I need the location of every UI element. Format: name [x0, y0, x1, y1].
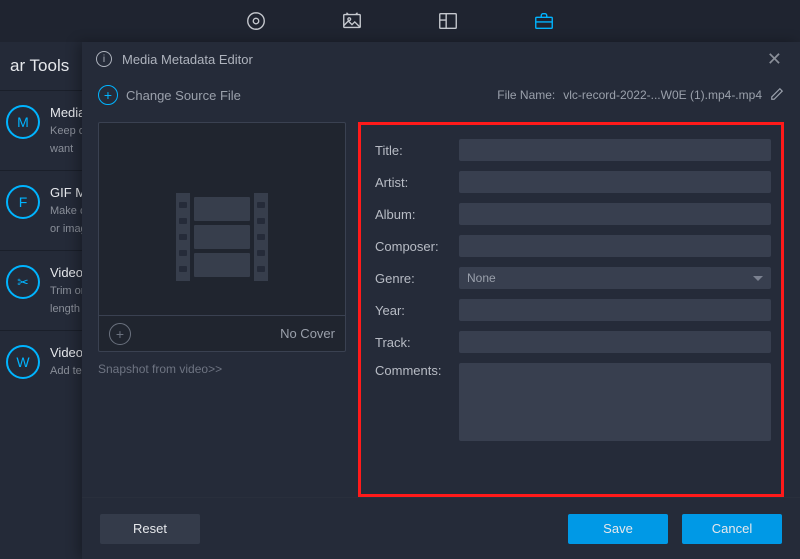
- sidebar-item-label: Video Tr: [50, 265, 86, 280]
- year-input[interactable]: [459, 299, 771, 321]
- sidebar-header: ar Tools: [0, 42, 92, 90]
- sidebar-item-label: Video W: [50, 345, 86, 360]
- comments-textarea[interactable]: [459, 363, 771, 441]
- genre-select[interactable]: None: [459, 267, 771, 289]
- tab-layout[interactable]: [435, 8, 461, 34]
- change-source-button[interactable]: + Change Source File: [98, 85, 241, 105]
- sidebar-item-label: GIF Mak: [50, 185, 86, 200]
- chevron-down-icon: [753, 276, 763, 281]
- watermark-icon: W: [6, 345, 40, 379]
- modal-footer: Reset Save Cancel: [82, 497, 800, 559]
- tab-player[interactable]: [243, 8, 269, 34]
- metadata-form: Title: Artist: Album: Composer: Genre: N…: [358, 122, 784, 497]
- add-cover-button[interactable]: +: [109, 323, 131, 345]
- plus-icon: +: [98, 85, 118, 105]
- info-icon: i: [96, 51, 112, 67]
- no-cover-label: No Cover: [280, 326, 335, 341]
- top-tab-bar: [0, 0, 800, 42]
- change-source-label: Change Source File: [126, 88, 241, 103]
- track-label: Track:: [375, 335, 449, 350]
- close-button[interactable]: ✕: [763, 45, 786, 74]
- tab-image[interactable]: [339, 8, 365, 34]
- tab-toolbox[interactable]: [531, 8, 557, 34]
- sidebar-item-video-trim[interactable]: ✂ Video Tr Trim or c length: [0, 250, 92, 330]
- file-name-value: vlc-record-2022-...W0E (1).mp4-.mp4: [563, 88, 762, 102]
- cancel-button[interactable]: Cancel: [682, 514, 782, 544]
- film-placeholder-icon: [176, 193, 268, 281]
- genre-label: Genre:: [375, 271, 449, 286]
- sidebar-item-gif-maker[interactable]: F GIF Mak Make cus or image: [0, 170, 92, 250]
- modal-sub-header: + Change Source File File Name: vlc-reco…: [82, 76, 800, 122]
- cover-preview: + No Cover: [98, 122, 346, 352]
- sidebar: ar Tools M Media M Keep orig want F GIF …: [0, 42, 92, 559]
- album-label: Album:: [375, 207, 449, 222]
- trim-icon: ✂: [6, 265, 40, 299]
- snapshot-from-video-link[interactable]: Snapshot from video>>: [98, 362, 346, 376]
- year-label: Year:: [375, 303, 449, 318]
- modal-title: Media Metadata Editor: [122, 52, 763, 67]
- title-label: Title:: [375, 143, 449, 158]
- title-input[interactable]: [459, 139, 771, 161]
- composer-input[interactable]: [459, 235, 771, 257]
- album-input[interactable]: [459, 203, 771, 225]
- artist-input[interactable]: [459, 171, 771, 193]
- sidebar-item-media-metadata[interactable]: M Media M Keep orig want: [0, 90, 92, 170]
- modal-header: i Media Metadata Editor ✕: [82, 42, 800, 76]
- composer-label: Composer:: [375, 239, 449, 254]
- save-button[interactable]: Save: [568, 514, 668, 544]
- artist-label: Artist:: [375, 175, 449, 190]
- media-icon: M: [6, 105, 40, 139]
- metadata-editor-modal: i Media Metadata Editor ✕ + Change Sourc…: [82, 42, 800, 559]
- reset-button[interactable]: Reset: [100, 514, 200, 544]
- gif-icon: F: [6, 185, 40, 219]
- sidebar-item-label: Media M: [50, 105, 86, 120]
- cover-column: + No Cover Snapshot from video>>: [98, 122, 346, 497]
- comments-label: Comments:: [375, 363, 449, 378]
- genre-selected-value: None: [467, 271, 496, 285]
- file-name-label: File Name:: [497, 88, 555, 102]
- sidebar-item-video-watermark[interactable]: W Video W Add text: [0, 330, 92, 393]
- track-input[interactable]: [459, 331, 771, 353]
- edit-filename-button[interactable]: [770, 87, 784, 104]
